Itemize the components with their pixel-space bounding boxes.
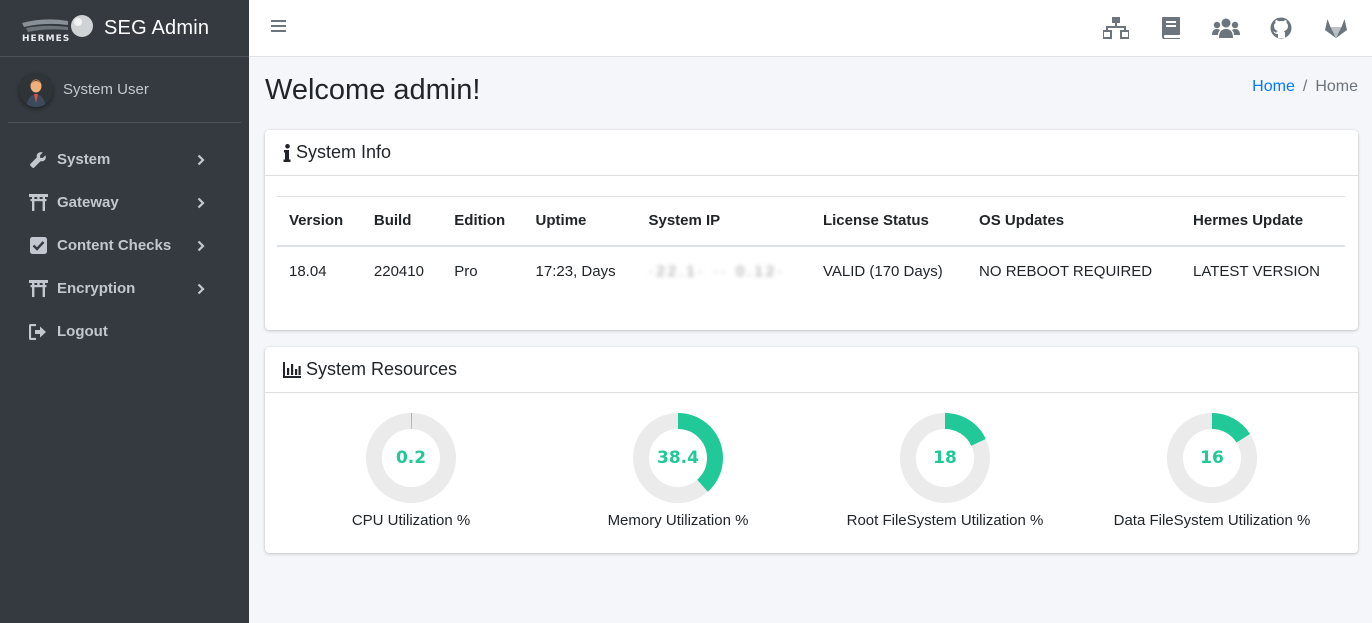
gauge-label: CPU Utilization % (351, 512, 471, 529)
edition-cell: Pro (454, 263, 478, 280)
system-ip-cell: ·22.1· ·· 0.12· (648, 263, 786, 280)
chevron-right-icon (197, 282, 207, 296)
build-cell: 220410 (373, 263, 424, 280)
gauge-label: Data FileSystem Utilization % (1113, 512, 1311, 529)
column-header: Hermes Update (1181, 196, 1345, 247)
svg-text:HERMES: HERMES (22, 34, 70, 43)
uptime-cell: 17:23, Days (535, 263, 616, 280)
column-header: Build (361, 196, 443, 247)
breadcrumb-separator: / (1302, 78, 1308, 95)
column-header: Edition (442, 196, 524, 247)
info-icon (283, 143, 291, 162)
chevron-right-icon (197, 239, 207, 253)
gitlab-icon[interactable] (1320, 14, 1352, 42)
breadcrumb-active: Home (1315, 78, 1358, 95)
data-filesystem-gauge: 16 Data FileSystem Utilization % (1082, 412, 1342, 529)
hermes-update-cell: LATEST VERSION (1193, 263, 1320, 280)
column-header: Uptime (523, 196, 637, 247)
system-info-card: System Info Version Build Edition Uptime… (265, 130, 1358, 330)
chevron-right-icon (197, 196, 207, 210)
license-status-cell: VALID (170 Days) (822, 263, 943, 280)
wrench-icon (28, 150, 48, 170)
hermes-logo: HERMES (20, 13, 98, 44)
sidebar-item-label: Encryption (57, 280, 136, 297)
user-panel[interactable]: System User (8, 57, 241, 123)
column-header: OS Updates (967, 196, 1182, 247)
menu-toggle-icon[interactable] (271, 19, 289, 37)
column-header: License Status (810, 196, 968, 247)
top-navbar (249, 0, 1372, 57)
sidebar-item-label: System (57, 151, 111, 168)
sidebar-item-label: Gateway (57, 194, 119, 211)
bar-chart-icon (283, 361, 301, 378)
table-header-row: Version Build Edition Uptime System IP L… (277, 196, 1345, 247)
chevron-right-icon (197, 153, 207, 167)
users-icon[interactable] (1210, 14, 1242, 42)
card-title: System Info (296, 142, 392, 162)
sidebar-item-encryption[interactable]: Encryption (0, 267, 249, 310)
card-header: System Resources (265, 347, 1358, 393)
gauge-value: 38.4 (657, 448, 699, 468)
gauge-label: Root FileSystem Utilization % (846, 512, 1044, 529)
sidebar-item-content-checks[interactable]: Content Checks (0, 224, 249, 267)
gauges: 0.2 CPU Utilization % 38.4 Memory Utiliz… (265, 394, 1358, 552)
page-title: Welcome admin! (265, 74, 481, 106)
memory-gauge: 38.4 Memory Utilization % (548, 412, 808, 529)
sidebar-nav: System Gateway Content Checks Encryption (0, 123, 249, 353)
gauge-value: 0.2 (395, 448, 427, 468)
sidebar-item-label: Logout (57, 323, 108, 340)
gauge-value: 18 (933, 448, 957, 468)
cpu-gauge: 0.2 CPU Utilization % (281, 412, 541, 529)
brand[interactable]: HERMES SEG Admin (0, 0, 249, 57)
torii-gate-icon (28, 279, 48, 299)
sidebar-item-system[interactable]: System (0, 138, 249, 181)
main-content: Welcome admin! Home / Home System Info V… (249, 57, 1372, 623)
system-resources-card: System Resources 0.2 CPU Utilization % 3… (265, 347, 1358, 553)
brand-title: SEG Admin (104, 16, 210, 39)
network-icon[interactable] (1100, 14, 1132, 42)
gauge-label: Memory Utilization % (607, 512, 749, 529)
sidebar: HERMES SEG Admin System User System Gate… (0, 0, 249, 623)
check-square-icon (28, 236, 48, 256)
sidebar-item-label: Content Checks (57, 237, 172, 254)
breadcrumb: Home / Home (1252, 78, 1358, 96)
table-row: 18.04 220410 Pro 17:23, Days ·22.1· ·· 0… (277, 246, 1345, 297)
column-header: System IP (636, 196, 811, 247)
book-icon[interactable] (1155, 14, 1187, 42)
card-title: System Resources (306, 359, 458, 379)
os-updates-cell: NO REBOOT REQUIRED (979, 263, 1153, 280)
github-icon[interactable] (1265, 14, 1297, 42)
torii-gate-icon (28, 193, 48, 213)
root-filesystem-gauge: 18 Root FileSystem Utilization % (815, 412, 1075, 529)
breadcrumb-home-link[interactable]: Home (1252, 78, 1295, 96)
sign-out-icon (28, 322, 48, 342)
user-name[interactable]: System User (63, 81, 149, 98)
column-header: Version (277, 196, 362, 247)
top-icons (1100, 14, 1352, 42)
system-info-table: Version Build Edition Uptime System IP L… (277, 196, 1345, 297)
sidebar-item-logout[interactable]: Logout (0, 310, 249, 353)
version-cell: 18.04 (289, 263, 327, 280)
sidebar-item-gateway[interactable]: Gateway (0, 181, 249, 224)
gauge-value: 16 (1200, 448, 1224, 468)
avatar[interactable] (19, 72, 53, 107)
card-header: System Info (265, 130, 1358, 176)
